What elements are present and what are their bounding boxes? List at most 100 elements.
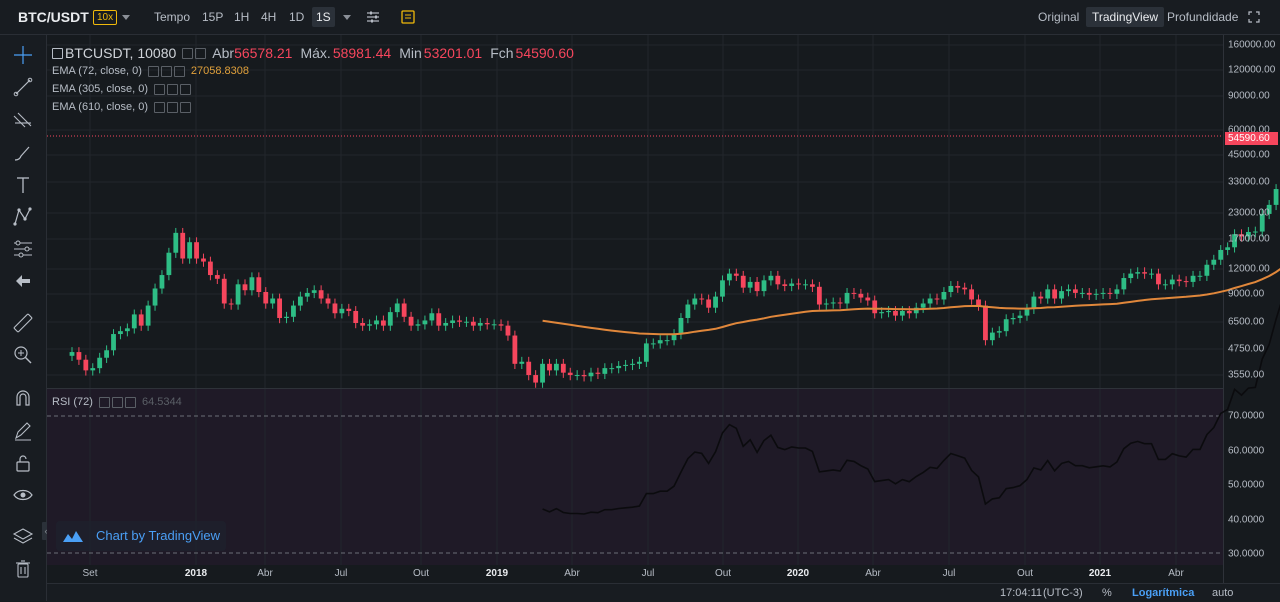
arrow-left-icon[interactable]: [11, 269, 35, 293]
view-depth[interactable]: Profundidade: [1167, 0, 1238, 34]
hide-icon[interactable]: [160, 65, 172, 77]
candle: [367, 324, 372, 326]
pattern-icon[interactable]: [11, 205, 35, 229]
settings-icon[interactable]: [147, 65, 159, 77]
hide-icon[interactable]: [167, 83, 178, 95]
indicators-settings-icon[interactable]: [362, 7, 384, 27]
close-icon[interactable]: [180, 83, 191, 95]
candle: [823, 303, 829, 305]
candle: [796, 283, 801, 285]
candle: [664, 340, 670, 342]
candle: [491, 324, 497, 326]
candle: [540, 363, 545, 383]
candle: [332, 303, 338, 314]
candle: [595, 372, 601, 374]
interval-1h[interactable]: 1H: [234, 0, 249, 34]
candle: [588, 372, 594, 377]
notes-icon[interactable]: [397, 7, 419, 27]
text-tool-icon[interactable]: [11, 173, 35, 197]
candle: [920, 303, 926, 308]
status-bar: 17:04:11 (UTC-3) % Logarítmica auto: [47, 583, 1280, 602]
brush-icon[interactable]: [11, 141, 35, 165]
candle: [131, 314, 137, 329]
close-icon[interactable]: [173, 65, 185, 77]
legend-actions[interactable]: [182, 47, 208, 59]
candle: [976, 299, 981, 306]
ruler-icon[interactable]: [11, 311, 35, 335]
symbol-pair[interactable]: BTC/USDT: [18, 0, 89, 34]
close-icon[interactable]: [180, 101, 191, 113]
view-tradingview[interactable]: TradingView: [1086, 7, 1165, 27]
tradingview-badge[interactable]: Chart by TradingView: [56, 521, 226, 551]
candle: [810, 284, 815, 287]
rsi-legend: RSI (72) 64.5344: [52, 393, 182, 411]
collapse-legend-icon[interactable]: [52, 47, 63, 59]
price-chart[interactable]: [47, 35, 1280, 583]
candle: [962, 287, 968, 290]
price-tick: 3550.00: [1228, 369, 1265, 381]
pair-dropdown-icon[interactable]: [122, 15, 130, 20]
time-label[interactable]: Tempo: [154, 0, 190, 34]
candle: [477, 323, 483, 326]
candle: [263, 292, 269, 304]
settings-icon[interactable]: [154, 83, 165, 95]
interval-15p[interactable]: 15P: [202, 0, 223, 34]
layers-icon[interactable]: [11, 525, 35, 549]
candle: [201, 258, 206, 262]
zoom-icon[interactable]: [11, 343, 35, 367]
candle: [69, 352, 75, 356]
auto-scale-toggle[interactable]: auto: [1212, 584, 1233, 602]
lock-icon[interactable]: [11, 451, 35, 475]
time-tick: Abr: [564, 568, 580, 579]
candle: [934, 298, 940, 300]
settings-icon[interactable]: [195, 47, 207, 59]
close-icon[interactable]: [124, 396, 136, 408]
candle: [1114, 289, 1120, 294]
candle: [387, 312, 393, 326]
candle: [865, 297, 871, 301]
crosshair-icon[interactable]: [11, 43, 35, 67]
settings-icon[interactable]: [98, 396, 110, 408]
percent-toggle[interactable]: %: [1102, 584, 1112, 602]
time-tick: Abr: [865, 568, 881, 579]
candle: [1142, 272, 1147, 274]
hide-icon[interactable]: [111, 396, 123, 408]
eye-icon[interactable]: [11, 483, 35, 507]
time-tick: Out: [412, 568, 430, 579]
hide-icon[interactable]: [167, 101, 178, 113]
candle: [1128, 273, 1134, 279]
candle: [214, 275, 220, 279]
fib-retracement-icon[interactable]: [11, 109, 35, 133]
fullscreen-icon[interactable]: [1243, 7, 1265, 27]
leverage-badge[interactable]: 10x: [93, 10, 118, 25]
forecast-icon[interactable]: [11, 237, 35, 261]
candle: [284, 316, 289, 318]
magnet-icon[interactable]: [11, 386, 35, 410]
candle: [844, 292, 850, 304]
log-scale-toggle[interactable]: Logarítmica: [1132, 584, 1194, 602]
interval-dropdown-icon[interactable]: [343, 15, 351, 20]
settings-icon[interactable]: [182, 47, 194, 59]
stay-in-drawing-icon[interactable]: [11, 419, 35, 443]
interval-4h[interactable]: 4H: [261, 0, 276, 34]
interval-1d[interactable]: 1D: [289, 0, 304, 34]
trash-icon[interactable]: [11, 557, 35, 581]
candle: [533, 375, 539, 383]
view-original[interactable]: Original: [1038, 0, 1079, 34]
time-tick: 2020: [786, 568, 810, 579]
candle: [90, 368, 96, 371]
candle: [1086, 292, 1092, 295]
ema1-value: 27058.8308: [190, 65, 249, 77]
trend-line-icon[interactable]: [11, 75, 35, 99]
candle: [470, 321, 476, 326]
candle: [498, 324, 504, 326]
clock-timezone: (UTC-3): [1043, 587, 1083, 599]
price-tick: 12000.00: [1228, 263, 1270, 275]
candle: [547, 363, 552, 371]
candle: [415, 324, 421, 326]
candle: [996, 331, 1002, 333]
settings-icon[interactable]: [154, 101, 165, 113]
ema1-label: EMA (72, close, 0): [52, 65, 142, 77]
candle: [1273, 189, 1279, 205]
interval-1s[interactable]: 1S: [312, 7, 335, 27]
